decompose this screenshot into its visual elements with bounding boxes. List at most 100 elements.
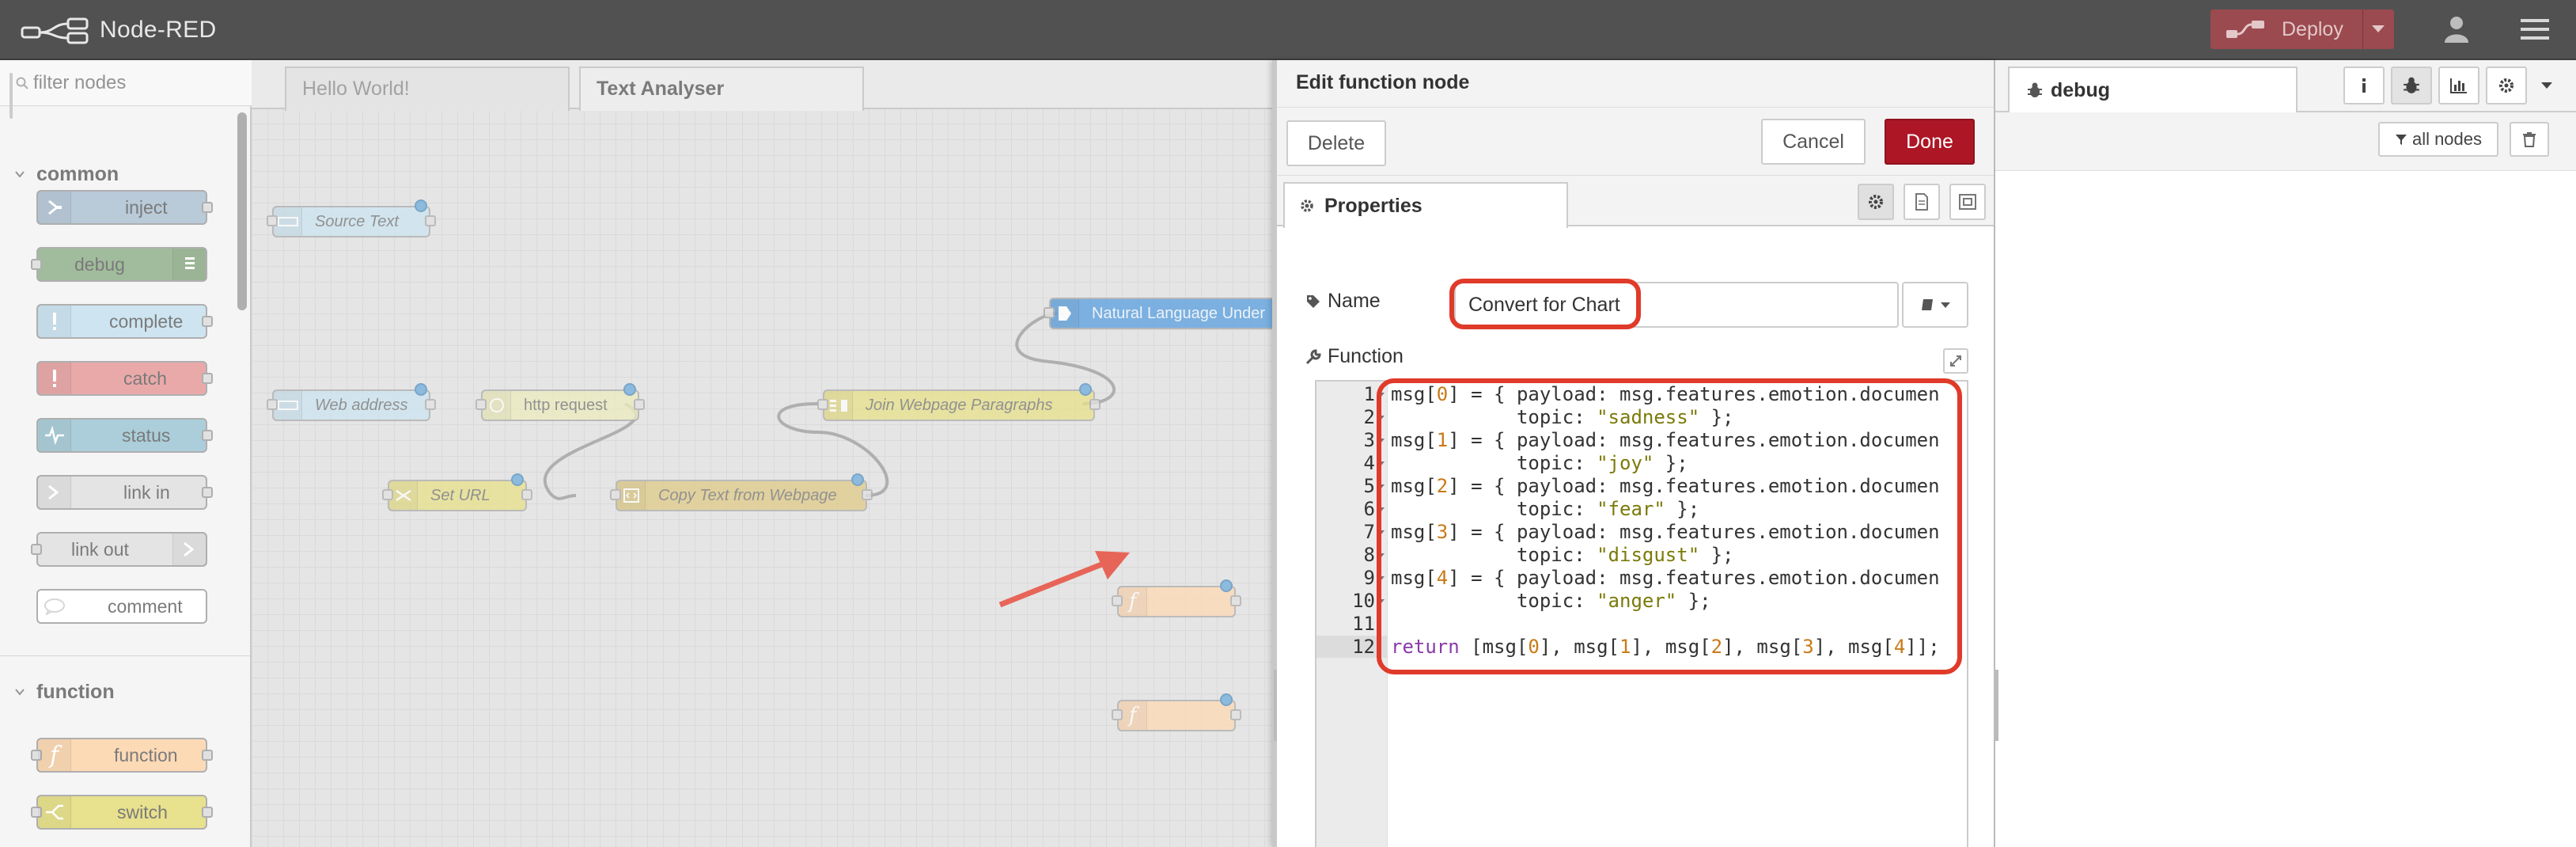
editor-language-select[interactable] <box>1902 282 1968 328</box>
filter-all-nodes-button[interactable]: all nodes <box>2378 122 2498 157</box>
palette-node-status[interactable]: status <box>36 418 213 453</box>
clear-debug-button[interactable] <box>2510 122 2549 157</box>
debug-tab-button[interactable] <box>2391 66 2432 104</box>
input-port[interactable] <box>267 399 278 410</box>
input-port[interactable] <box>817 399 828 410</box>
dashboard-tab-button[interactable] <box>2438 66 2479 104</box>
output-port[interactable] <box>202 373 213 384</box>
output-port[interactable] <box>202 487 213 498</box>
code-line[interactable]: topic: "anger" }; <box>1391 590 1711 612</box>
palette-node-link-in[interactable]: link in <box>36 475 213 510</box>
code-line[interactable]: topic: "joy" }; <box>1391 452 1688 474</box>
sidebar-resize-handle[interactable] <box>1995 670 1998 741</box>
input-port[interactable] <box>1112 709 1123 720</box>
input-port[interactable] <box>1044 307 1055 318</box>
output-port[interactable] <box>202 202 213 213</box>
output-port[interactable] <box>202 807 213 818</box>
node-description-tab[interactable] <box>1904 184 1940 220</box>
palette-node-switch[interactable]: switch <box>31 795 213 830</box>
palette-node-debug[interactable]: debug <box>31 247 207 282</box>
fold-marker-icon[interactable] <box>1377 530 1385 535</box>
palette-search <box>0 60 252 106</box>
input-port[interactable] <box>1112 595 1123 606</box>
output-port[interactable] <box>634 399 645 410</box>
input-port[interactable] <box>31 259 42 270</box>
fold-marker-icon[interactable] <box>1377 507 1385 512</box>
fold-marker-icon[interactable] <box>1377 393 1385 397</box>
fold-marker-icon[interactable] <box>1377 599 1385 604</box>
code-line[interactable]: msg[0] = { payload: msg.features.emotion… <box>1391 383 1940 405</box>
code-line[interactable]: msg[1] = { payload: msg.features.emotion… <box>1391 429 1940 451</box>
line-number: 9 <box>1363 567 1375 589</box>
deploy-button[interactable]: Deploy <box>2210 9 2394 49</box>
menu-icon[interactable] <box>2521 17 2549 41</box>
tray-resize-handle[interactable] <box>1274 670 1277 741</box>
tab-properties[interactable]: Properties <box>1283 182 1568 228</box>
code-line[interactable]: msg[4] = { payload: msg.features.emotion… <box>1391 567 1940 589</box>
code-line[interactable]: msg[2] = { payload: msg.features.emotion… <box>1391 475 1940 497</box>
changed-indicator <box>511 473 524 486</box>
input-port[interactable] <box>267 215 278 226</box>
flow-node-http-request[interactable]: http request <box>475 383 645 421</box>
code-line[interactable]: msg[3] = { payload: msg.features.emotion… <box>1391 521 1940 543</box>
palette-node-catch[interactable]: catch <box>36 361 213 396</box>
input-port[interactable] <box>31 544 42 555</box>
flow-node-function-selected[interactable]: f <box>1112 579 1241 617</box>
input-port[interactable] <box>382 489 393 500</box>
output-port[interactable] <box>202 430 213 441</box>
output-port[interactable] <box>202 750 213 761</box>
deploy-dropdown-icon[interactable] <box>2372 25 2385 32</box>
palette-node-link-out[interactable]: link out <box>31 532 207 567</box>
palette-node-inject[interactable]: inject <box>36 190 213 225</box>
flow-node-source-text[interactable]: Source Text <box>267 199 436 237</box>
node-settings-tab[interactable] <box>1858 184 1894 220</box>
flow-node-copy-text[interactable]: Copy Text from Webpage <box>610 473 873 511</box>
output-port[interactable] <box>425 399 436 410</box>
done-button[interactable]: Done <box>1885 119 1975 165</box>
flow-workspace[interactable]: Hello World! Text Analyser Source Text W… <box>252 60 1279 847</box>
flow-node-join-paragraphs[interactable]: Join Webpage Paragraphs <box>817 383 1100 421</box>
output-port[interactable] <box>1230 595 1241 606</box>
output-port[interactable] <box>425 215 436 226</box>
user-icon[interactable] <box>2442 14 2472 44</box>
flow-node-nlu[interactable]: Natural Language Under <box>1044 298 1279 329</box>
code-line[interactable]: topic: "sadness" }; <box>1391 406 1734 428</box>
input-port[interactable] <box>475 399 487 410</box>
category-label: common <box>36 162 119 185</box>
output-port[interactable] <box>1089 399 1100 410</box>
fold-marker-icon[interactable] <box>1377 416 1385 420</box>
category-function[interactable]: function <box>0 670 237 714</box>
flow-node-label: Set URL <box>430 487 491 504</box>
sidebar-more-chevron-icon[interactable] <box>2541 82 2552 89</box>
flow-node-function[interactable]: f <box>1112 693 1241 731</box>
palette-node-label: inject <box>125 197 168 218</box>
palette-node-function[interactable]: f function <box>31 738 213 773</box>
input-port[interactable] <box>610 489 621 500</box>
expand-editor-button[interactable] <box>1943 348 1968 374</box>
output-port[interactable] <box>521 489 532 500</box>
fold-marker-icon[interactable] <box>1377 553 1385 558</box>
flow-node-web-address[interactable]: Web address <box>267 383 436 421</box>
filter-nodes-input[interactable] <box>33 71 231 95</box>
fold-marker-icon[interactable] <box>1377 461 1385 466</box>
cancel-button[interactable]: Cancel <box>1761 119 1866 165</box>
palette-scrollbar[interactable] <box>237 112 247 310</box>
fold-marker-icon[interactable] <box>1377 439 1385 443</box>
node-appearance-tab[interactable] <box>1949 184 1986 220</box>
code-line[interactable]: return [msg[0], msg[1], msg[2], msg[3], … <box>1391 636 1940 658</box>
output-port[interactable] <box>862 489 873 500</box>
flow-node-set-url[interactable]: Set URL <box>382 473 532 511</box>
info-tab-button[interactable] <box>2343 66 2385 104</box>
code-line[interactable]: topic: "fear" }; <box>1391 498 1699 520</box>
tab-debug[interactable]: debug <box>2008 66 2298 112</box>
delete-button[interactable]: Delete <box>1286 120 1386 166</box>
palette-node-comment[interactable]: comment <box>36 589 207 624</box>
output-port[interactable] <box>1230 709 1241 720</box>
code-line[interactable]: topic: "disgust" }; <box>1391 544 1734 566</box>
output-port[interactable] <box>202 316 213 327</box>
code-editor[interactable]: 1 2 3 4 5 6 7 8 9 10 11 12 msg[0] = { payload: msg.… <box>1315 380 1968 847</box>
palette-node-complete[interactable]: complete <box>36 304 213 339</box>
fold-marker-icon[interactable] <box>1377 484 1385 489</box>
fold-marker-icon[interactable] <box>1377 576 1385 581</box>
config-tab-button[interactable] <box>2486 66 2527 104</box>
